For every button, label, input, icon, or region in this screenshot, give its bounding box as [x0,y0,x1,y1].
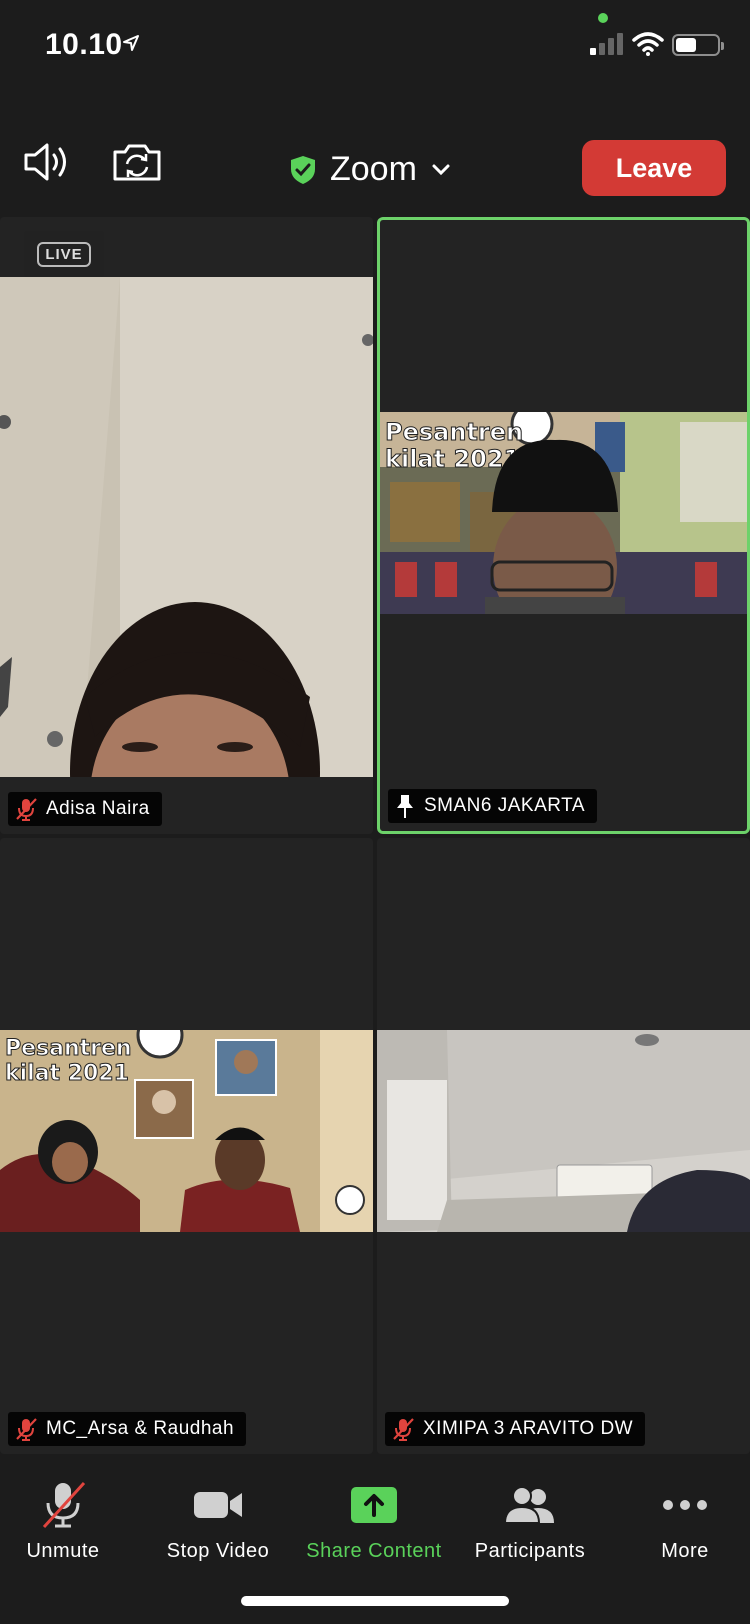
participant-name: Adisa Naira [46,798,150,819]
more-dots-icon [663,1500,707,1510]
participant-video: Pesantren kilat 2021 [380,412,747,614]
shield-check-icon [291,155,315,184]
meeting-top-bar: Zoom Leave [0,90,750,215]
participant-tile[interactable]: XIMIPA 3 ARAVITO DW [377,838,750,1454]
participant-tile[interactable]: LIVE Adisa Naira [0,217,373,834]
share-content-label: Share Content [306,1540,442,1562]
speaker-icon[interactable] [22,142,72,182]
cellular-signal-icon [590,33,623,55]
unmute-label: Unmute [26,1540,100,1562]
home-indicator[interactable] [241,1596,509,1606]
mic-muted-icon [16,798,37,821]
participant-video [0,277,373,777]
svg-text:kilat 2021: kilat 2021 [5,1061,129,1086]
participant-tile[interactable]: Pesantren kilat 2021 MC_Arsa & Raudhah [0,838,373,1454]
svg-text:Pesantren: Pesantren [5,1036,132,1061]
participant-tile-active-speaker[interactable]: Pesantren kilat 2021 SMAN6 JAKARTA [377,217,750,834]
stop-video-button[interactable]: Stop Video [143,1480,293,1563]
leave-button[interactable]: Leave [582,140,726,196]
live-badge: LIVE [24,231,104,277]
participant-name: XIMIPA 3 ARAVITO DW [423,1418,634,1439]
participant-name-tag: Adisa Naira [8,792,162,826]
participant-name-tag: XIMIPA 3 ARAVITO DW [385,1412,646,1446]
status-bar: 10.10 [0,0,750,90]
battery-icon [672,34,724,56]
more-label: More [661,1540,709,1562]
unmute-button[interactable]: Unmute [0,1480,138,1563]
participant-video: Pesantren kilat 2021 [0,1030,373,1232]
video-grid: LIVE Adisa Naira Pesantren kilat 2021 SM… [0,217,750,1454]
mic-muted-icon [393,1418,414,1441]
svg-text:kilat 2021: kilat 2021 [385,445,520,473]
participant-video [377,1030,750,1232]
participant-name-tag: SMAN6 JAKARTA [388,789,598,823]
mic-muted-icon [16,1418,37,1441]
camera-in-use-indicator [598,13,608,23]
share-arrow-icon [351,1487,397,1523]
mic-muted-icon [42,1481,86,1529]
participant-name: MC_Arsa & Raudhah [46,1418,235,1439]
stop-video-label: Stop Video [166,1540,270,1562]
switch-camera-icon[interactable] [112,142,162,182]
participant-name: SMAN6 JAKARTA [424,795,586,816]
meeting-title-dropdown[interactable]: Zoom [290,150,451,189]
pin-icon [397,795,413,818]
live-badge-label: LIVE [37,241,91,267]
video-camera-icon [194,1492,242,1518]
participants-label: Participants [474,1540,586,1562]
share-content-button[interactable]: Share Content [299,1480,449,1563]
svg-text:Pesantren: Pesantren [385,418,523,446]
location-arrow-icon [123,35,139,51]
chevron-down-icon [432,164,450,175]
wifi-icon [632,32,664,56]
participants-button[interactable]: Participants [455,1480,605,1563]
participants-icon [504,1486,554,1524]
status-time: 10.10 [45,28,123,61]
participant-name-tag: MC_Arsa & Raudhah [8,1412,247,1446]
meeting-title: Zoom [330,150,417,188]
more-button[interactable]: More [610,1480,750,1563]
